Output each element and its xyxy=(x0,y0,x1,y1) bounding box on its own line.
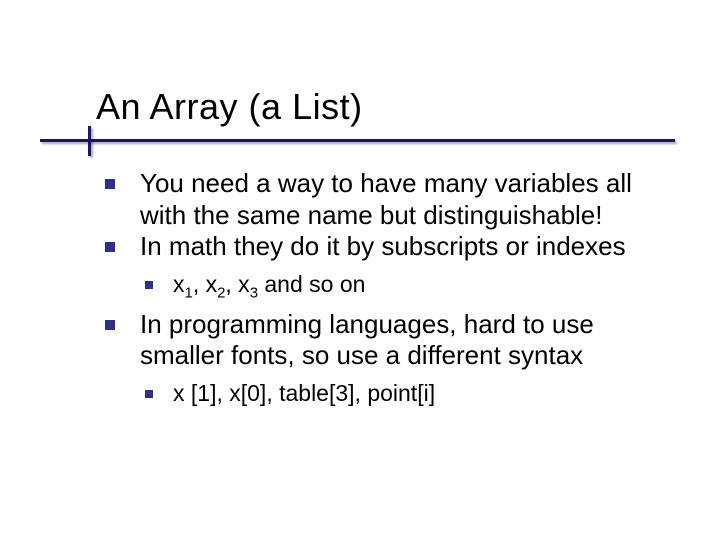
text-fragment: x xyxy=(173,271,185,297)
bullet-level2: x1, x2, x3 and so on xyxy=(145,271,670,299)
bullet-level1: You need a way to have many variables al… xyxy=(105,168,670,231)
subscript: 3 xyxy=(250,285,258,302)
subscript: 1 xyxy=(185,285,193,302)
square-bullet-icon xyxy=(105,179,115,189)
bullet-level1: In programming languages, hard to use sm… xyxy=(105,309,670,372)
bullet-level2: x [1], x[0], table[3], point[i] xyxy=(145,380,670,408)
bullet-text: You need a way to have many variables al… xyxy=(140,168,670,231)
text-fragment: , x xyxy=(193,271,217,297)
square-bullet-icon xyxy=(105,320,115,330)
bullet-text: In programming languages, hard to use sm… xyxy=(140,309,670,372)
slide-title: An Array (a List) xyxy=(96,86,363,128)
bullet-text: x1, x2, x3 and so on xyxy=(173,271,365,299)
square-bullet-icon xyxy=(105,242,115,252)
square-bullet-icon xyxy=(145,281,153,289)
title-underline xyxy=(40,139,675,142)
text-fragment: and so on xyxy=(258,271,365,297)
bullet-level1: In math they do it by subscripts or inde… xyxy=(105,231,670,263)
bullet-text: In math they do it by subscripts or inde… xyxy=(140,231,626,263)
text-fragment: , x xyxy=(225,271,249,297)
title-tick xyxy=(88,126,91,156)
square-bullet-icon xyxy=(145,390,153,398)
slide: An Array (a List) You need a way to have… xyxy=(0,0,720,540)
bullet-text: x [1], x[0], table[3], point[i] xyxy=(173,380,435,408)
slide-body: You need a way to have many variables al… xyxy=(105,168,670,418)
